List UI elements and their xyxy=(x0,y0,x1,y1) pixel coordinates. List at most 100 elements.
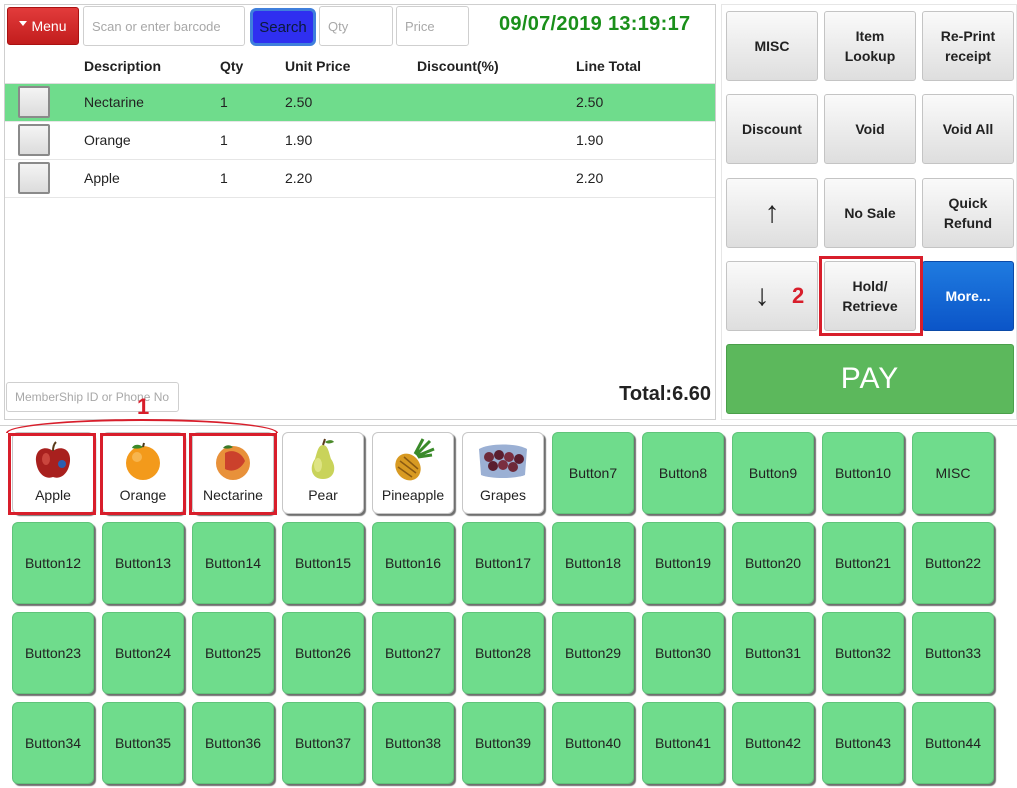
annotation-highlight-apple xyxy=(8,433,96,515)
grid-button[interactable]: Button7 xyxy=(552,432,634,514)
pay-button[interactable]: PAY xyxy=(726,344,1014,414)
grid-button[interactable]: Button39 xyxy=(462,702,544,784)
row-checkbox[interactable] xyxy=(18,124,50,156)
search-button[interactable]: Search xyxy=(250,8,316,46)
grid-button[interactable]: Button40 xyxy=(552,702,634,784)
grid-button[interactable]: Button44 xyxy=(912,702,994,784)
grapes-icon xyxy=(479,444,527,478)
grid-button[interactable]: Button15 xyxy=(282,522,364,604)
grid-button[interactable]: Button25 xyxy=(192,612,274,694)
grid-button[interactable]: Button32 xyxy=(822,612,904,694)
discount-button[interactable]: Discount xyxy=(726,94,818,164)
product-pear-button[interactable]: Pear xyxy=(282,432,364,514)
cell-description: Apple xyxy=(72,159,220,198)
grid-button[interactable]: Button21 xyxy=(822,522,904,604)
table-row[interactable]: Nectarine 1 2.50 2.50 xyxy=(5,83,715,122)
grid-button[interactable]: Button9 xyxy=(732,432,814,514)
pineapple-icon xyxy=(395,438,435,481)
void-all-button[interactable]: Void All xyxy=(922,94,1014,164)
grid-button[interactable]: Button20 xyxy=(732,522,814,604)
grid-button[interactable]: Button8 xyxy=(642,432,724,514)
annotation-bracket xyxy=(6,419,278,433)
grid-button[interactable]: Button26 xyxy=(282,612,364,694)
menu-label: Menu xyxy=(31,18,67,34)
cell-description: Nectarine xyxy=(72,83,220,122)
row-select-cell xyxy=(5,159,72,198)
grid-button[interactable]: Button14 xyxy=(192,522,274,604)
misc-button[interactable]: MISC xyxy=(726,11,818,81)
product-label: Pear xyxy=(308,487,338,503)
membership-input[interactable] xyxy=(6,382,179,412)
annotation-highlight-orange xyxy=(100,433,186,515)
grid-button[interactable]: Button27 xyxy=(372,612,454,694)
arrow-down-icon: ↓ xyxy=(754,279,770,312)
cell-discount xyxy=(417,121,576,160)
grid-button[interactable]: Button10 xyxy=(822,432,904,514)
table-header-row: Description Qty Unit Price Discount(%) L… xyxy=(5,49,715,84)
header-discount: Discount(%) xyxy=(417,49,576,84)
header-qty: Qty xyxy=(220,49,285,84)
grid-button[interactable]: Button24 xyxy=(102,612,184,694)
qty-input[interactable] xyxy=(319,6,393,46)
grid-misc-button[interactable]: MISC xyxy=(912,432,994,514)
row-checkbox[interactable] xyxy=(18,162,50,194)
product-label: Grapes xyxy=(480,487,526,503)
cell-discount xyxy=(417,83,576,122)
cell-line-total: 2.50 xyxy=(576,83,715,122)
grid-button[interactable]: Button34 xyxy=(12,702,94,784)
arrow-up-icon: ↑ xyxy=(764,196,780,229)
datetime-display: 09/07/2019 13:19:17 xyxy=(499,13,691,35)
void-button[interactable]: Void xyxy=(824,94,916,164)
grid-button[interactable]: Button23 xyxy=(12,612,94,694)
grid-button[interactable]: Button18 xyxy=(552,522,634,604)
grid-button[interactable]: Button33 xyxy=(912,612,994,694)
row-checkbox[interactable] xyxy=(18,86,50,118)
more-button[interactable]: More... xyxy=(922,261,1014,331)
order-total: Total:6.60 xyxy=(619,383,711,405)
grid-button[interactable]: Button35 xyxy=(102,702,184,784)
product-label: Pineapple xyxy=(381,487,445,503)
reprint-receipt-button[interactable]: Re-Print receipt xyxy=(922,11,1014,81)
grid-button[interactable]: Button28 xyxy=(462,612,544,694)
cell-qty: 1 xyxy=(220,83,285,122)
pos-screen: Menu Search 09/07/2019 13:19:17 Descript… xyxy=(0,0,1017,788)
price-input[interactable] xyxy=(396,6,469,46)
grid-button[interactable]: Button42 xyxy=(732,702,814,784)
barcode-input[interactable] xyxy=(83,6,245,46)
item-lookup-button[interactable]: Item Lookup xyxy=(824,11,916,81)
annotation-label-2: 2 xyxy=(792,283,805,308)
grid-button[interactable]: Button36 xyxy=(192,702,274,784)
grid-button[interactable]: Button19 xyxy=(642,522,724,604)
annotation-highlight-hold xyxy=(819,256,923,336)
header-description: Description xyxy=(72,49,220,84)
header-select xyxy=(5,49,72,84)
grid-button[interactable]: Button31 xyxy=(732,612,814,694)
grid-button[interactable]: Button22 xyxy=(912,522,994,604)
table-row[interactable]: Apple 1 2.20 2.20 xyxy=(5,159,715,198)
grid-button[interactable]: Button17 xyxy=(462,522,544,604)
grid-button[interactable]: Button12 xyxy=(12,522,94,604)
product-pineapple-button[interactable]: Pineapple xyxy=(372,432,454,514)
grid-button[interactable]: Button41 xyxy=(642,702,724,784)
order-items-table: Description Qty Unit Price Discount(%) L… xyxy=(5,49,715,198)
header-line-total: Line Total xyxy=(576,49,715,84)
grid-button[interactable]: Button43 xyxy=(822,702,904,784)
grid-button[interactable]: Button16 xyxy=(372,522,454,604)
grid-button[interactable]: Button29 xyxy=(552,612,634,694)
product-grapes-button[interactable]: Grapes xyxy=(462,432,544,514)
no-sale-button[interactable]: No Sale xyxy=(824,178,916,248)
table-row[interactable]: Orange 1 1.90 1.90 xyxy=(5,121,715,160)
quick-refund-button[interactable]: Quick Refund xyxy=(922,178,1014,248)
caret-down-icon xyxy=(19,20,28,26)
cell-line-total: 2.20 xyxy=(576,159,715,198)
annotation-label-1: 1 xyxy=(137,394,150,419)
annotation-highlight-nectarine xyxy=(189,433,277,515)
scroll-up-button[interactable]: ↑ xyxy=(726,178,818,248)
grid-button[interactable]: Button37 xyxy=(282,702,364,784)
menu-button[interactable]: Menu xyxy=(7,7,79,45)
grid-button[interactable]: Button13 xyxy=(102,522,184,604)
grid-button[interactable]: Button38 xyxy=(372,702,454,784)
order-panel: Menu Search 09/07/2019 13:19:17 Descript… xyxy=(4,4,716,420)
grid-button[interactable]: Button30 xyxy=(642,612,724,694)
cell-unit-price: 2.50 xyxy=(285,83,417,122)
